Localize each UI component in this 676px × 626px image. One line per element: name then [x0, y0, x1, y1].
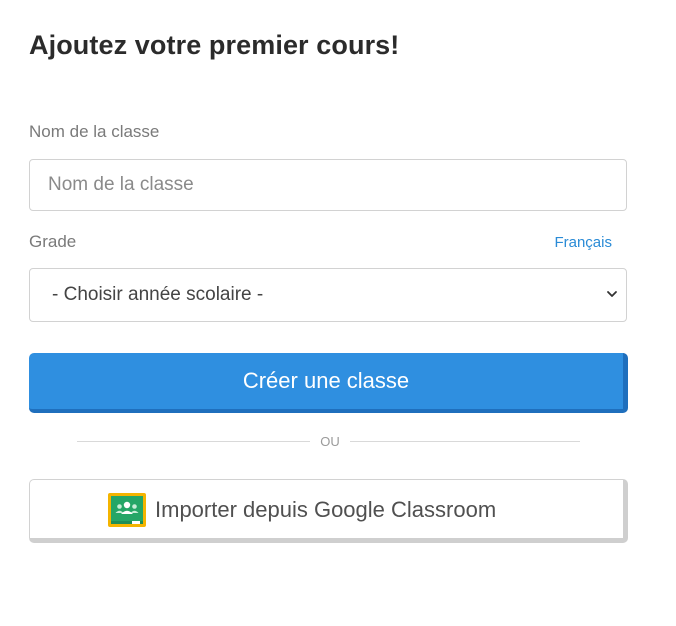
- google-button-content: Importer depuis Google Classroom: [108, 491, 496, 529]
- create-class-button-label: Créer une classe: [242, 368, 410, 393]
- grade-select-value: - Choisir année scolaire -: [52, 284, 264, 305]
- google-classroom-icon: [108, 493, 146, 527]
- chevron-down-icon: [607, 291, 617, 297]
- grade-select[interactable]: - Choisir année scolaire -: [29, 268, 627, 322]
- google-button-label: Importer depuis Google Classroom: [155, 497, 497, 522]
- page-title: Ajoutez votre premier cours!: [29, 30, 400, 60]
- import-google-classroom-button[interactable]: Importer depuis Google Classroom: [29, 479, 628, 543]
- create-class-button[interactable]: Créer une classe: [29, 353, 628, 413]
- language-link[interactable]: Français: [554, 234, 612, 251]
- grade-label: Grade: [29, 232, 77, 251]
- divider-line-left: [77, 441, 310, 442]
- divider-or-text: OU: [320, 434, 340, 449]
- class-name-input[interactable]: [29, 159, 627, 211]
- divider-line-right: [350, 441, 580, 442]
- class-name-label: Nom de la classe: [29, 122, 160, 141]
- add-class-page: Ajoutez votre premier cours! Nom de la c…: [0, 0, 676, 626]
